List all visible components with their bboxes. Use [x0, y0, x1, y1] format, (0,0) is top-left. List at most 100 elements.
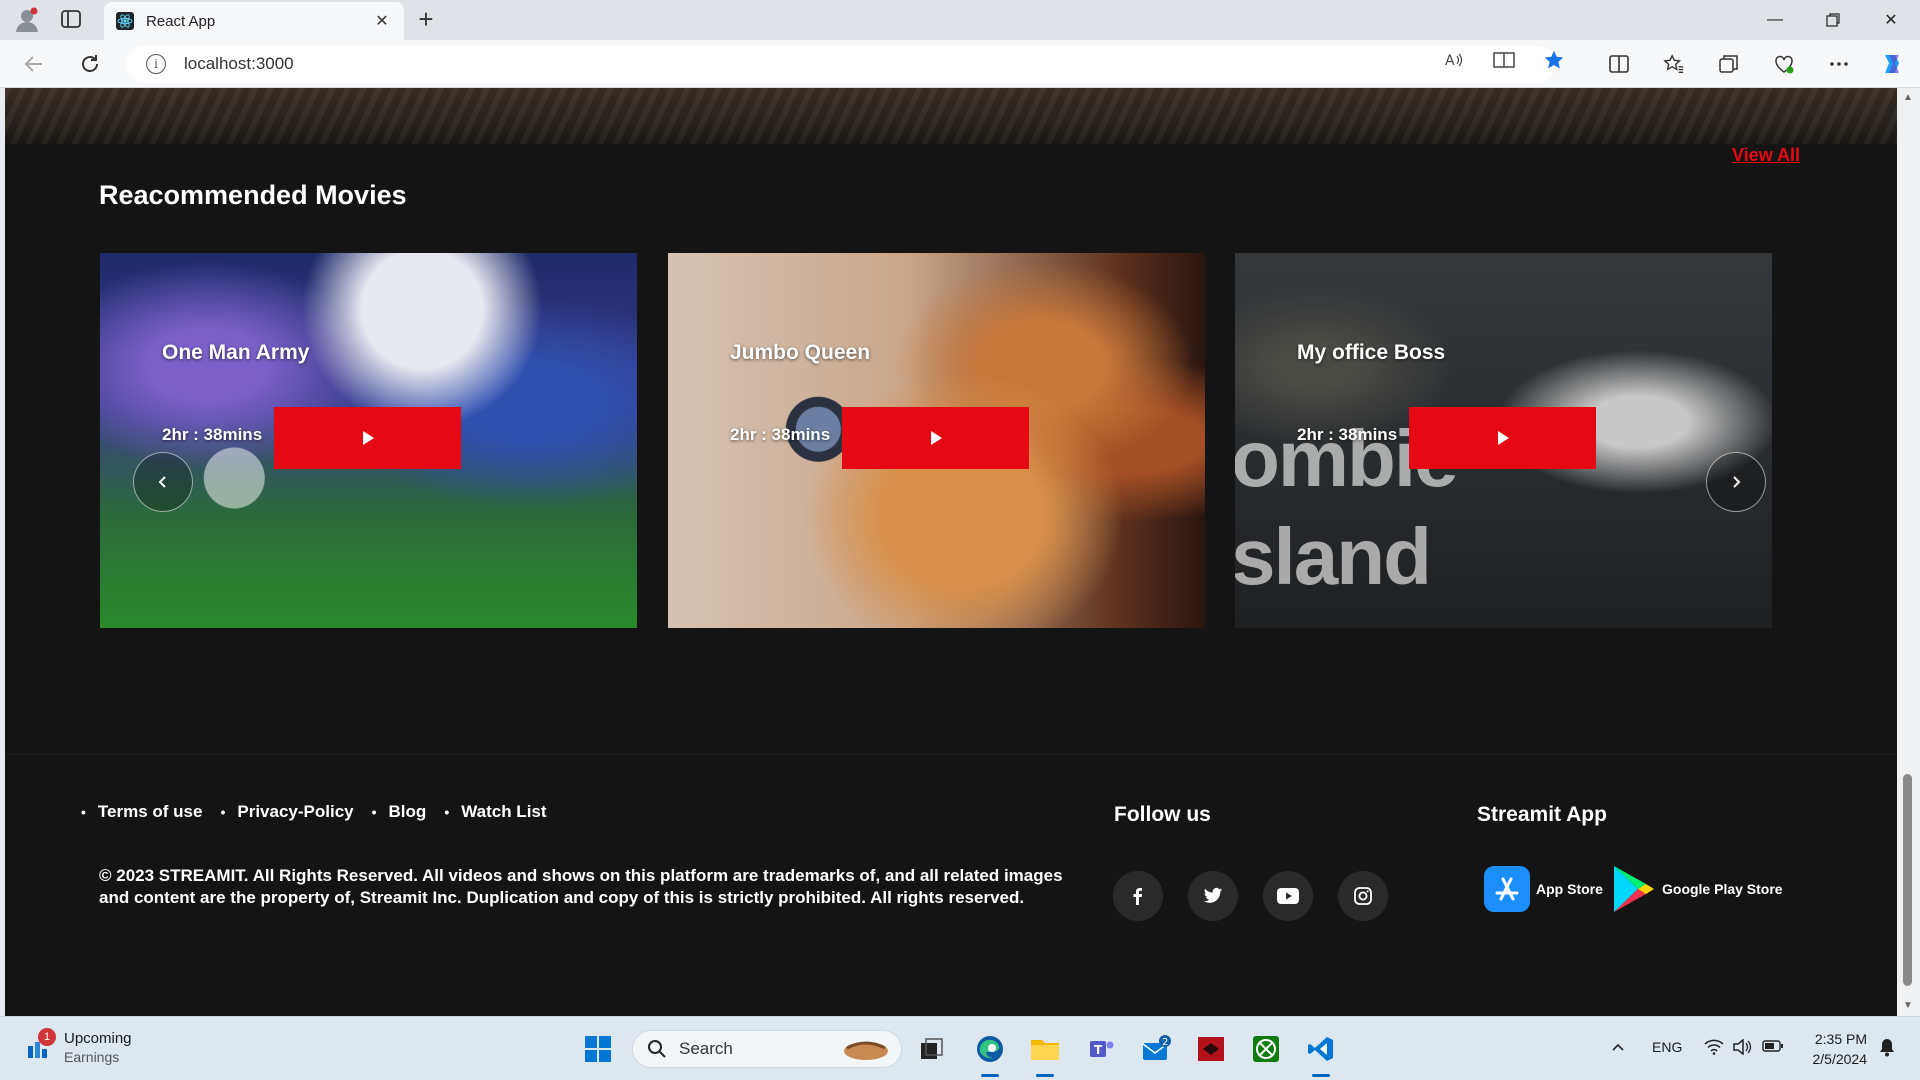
vscode-icon[interactable]	[1303, 1031, 1339, 1077]
play-icon	[1497, 431, 1509, 445]
profile-icon[interactable]	[12, 6, 42, 34]
refresh-icon[interactable]	[76, 50, 104, 78]
footer-link[interactable]: Watch List	[444, 802, 546, 822]
instagram-icon[interactable]	[1338, 871, 1388, 921]
chevron-left-icon	[158, 476, 166, 488]
movie-title: Jumbo Queen	[730, 341, 871, 364]
minimize-icon[interactable]: —	[1748, 0, 1802, 40]
address-toolbar: i localhost:3000 A	[0, 40, 1920, 88]
notification-bell-icon[interactable]	[1878, 1037, 1896, 1060]
browser-essentials-icon[interactable]	[1770, 50, 1798, 78]
carousel-prev-button[interactable]	[133, 452, 193, 512]
taskbar-search[interactable]: Search	[632, 1030, 902, 1068]
url-text[interactable]: localhost:3000	[184, 54, 294, 74]
app-red-icon[interactable]	[1193, 1031, 1229, 1067]
movie-card[interactable]: Jumbo Queen 2hr : 38mins	[668, 253, 1205, 628]
read-aloud-icon[interactable]: A	[1442, 48, 1466, 72]
search-icon	[648, 1040, 666, 1058]
hero-banner-bottom	[5, 88, 1897, 144]
movie-card[interactable]: ombie sland My office Boss 2hr : 38mins	[1235, 253, 1772, 628]
edge-browser-icon[interactable]	[972, 1031, 1008, 1077]
footer-link[interactable]: Terms of use	[81, 802, 203, 822]
footer-links: Terms of use Privacy-Policy Blog Watch L…	[81, 802, 565, 822]
widget-title: Upcoming	[64, 1030, 132, 1047]
browser-tab[interactable]: React App ✕	[104, 2, 404, 40]
close-tab-icon[interactable]: ✕	[372, 11, 392, 31]
google-play-button[interactable]: Google Play Store	[1610, 866, 1783, 912]
collections-icon[interactable]	[1715, 50, 1743, 78]
favorites-icon[interactable]	[1660, 50, 1688, 78]
address-bar[interactable]: i localhost:3000	[126, 46, 1556, 82]
page-viewport: View All Reacommended Movies One Man Arm…	[5, 88, 1897, 1016]
windows-start-icon[interactable]	[580, 1031, 616, 1067]
file-explorer-icon[interactable]	[1027, 1031, 1063, 1077]
back-icon[interactable]	[20, 50, 48, 78]
poster-text: sland	[1235, 512, 1432, 601]
widget-subtitle: Earnings	[64, 1049, 120, 1065]
task-view-icon[interactable]	[914, 1031, 950, 1067]
search-highlight-icon	[844, 1041, 888, 1060]
mail-icon[interactable]: 2	[1138, 1031, 1174, 1067]
google-play-label: Google Play Store	[1662, 881, 1783, 897]
clock-time: 2:35 PM	[1814, 1031, 1867, 1047]
mail-badge: 2	[1162, 1037, 1168, 1048]
copilot-icon[interactable]	[1878, 50, 1906, 78]
play-button[interactable]	[1409, 407, 1596, 469]
close-window-icon[interactable]: ✕	[1864, 0, 1918, 40]
teams-icon[interactable]: T	[1083, 1031, 1119, 1067]
svg-text:A: A	[1445, 53, 1455, 69]
movie-card[interactable]: One Man Army 2hr : 38mins	[100, 253, 637, 628]
carousel-next-button[interactable]	[1706, 452, 1766, 512]
scroll-up-icon[interactable]: ▲	[1902, 92, 1914, 104]
app-store-button[interactable]: App Store	[1484, 866, 1603, 912]
play-button[interactable]	[842, 407, 1029, 469]
movie-duration: 2hr : 38mins	[1297, 425, 1398, 444]
twitter-icon[interactable]	[1188, 871, 1238, 921]
facebook-icon[interactable]	[1113, 871, 1163, 921]
more-options-icon[interactable]	[1825, 50, 1853, 78]
play-icon	[362, 431, 374, 445]
restore-icon[interactable]	[1806, 0, 1860, 40]
svg-text:T: T	[1094, 1043, 1103, 1057]
play-button[interactable]	[274, 407, 461, 469]
tab-bar: React App ✕ + — ✕	[0, 0, 1920, 40]
chevron-up-icon[interactable]	[1610, 1039, 1626, 1058]
taskbar: 1 Upcoming Earnings Search T 2 ENG 2:35 …	[0, 1016, 1920, 1080]
new-tab-button[interactable]: +	[412, 6, 440, 34]
widgets-button[interactable]: 1 Upcoming Earnings	[26, 1028, 132, 1067]
battery-icon[interactable]	[1762, 1039, 1784, 1056]
scrollbar-thumb[interactable]	[1903, 774, 1912, 986]
section-title: Reacommended Movies	[99, 180, 407, 210]
streamit-app-title: Streamit App	[1477, 803, 1607, 826]
chevron-right-icon	[1733, 476, 1741, 488]
google-play-icon	[1610, 866, 1656, 912]
movie-title: My office Boss	[1297, 341, 1446, 364]
copyright-text: © 2023 STREAMIT. All Rights Reserved. Al…	[99, 866, 1063, 907]
split-screen-icon[interactable]	[1605, 50, 1633, 78]
movie-duration: 2hr : 38mins	[162, 425, 263, 444]
page-scrollbar[interactable]: ▲ ▼	[1897, 88, 1920, 1016]
footer-link[interactable]: Privacy-Policy	[220, 802, 353, 822]
scroll-down-icon[interactable]: ▼	[1902, 1000, 1914, 1012]
tab-actions-icon[interactable]	[60, 8, 84, 32]
follow-us-title: Follow us	[1114, 803, 1211, 826]
clock-date: 2/5/2024	[1812, 1051, 1868, 1067]
view-all-link[interactable]: View All	[1732, 145, 1800, 166]
favorite-star-icon[interactable]	[1542, 48, 1566, 72]
movie-title: One Man Army	[162, 341, 310, 364]
language-indicator[interactable]: ENG	[1652, 1039, 1682, 1055]
system-clock[interactable]: 2:35 PM 2/5/2024	[1800, 1029, 1868, 1069]
wifi-icon[interactable]	[1704, 1039, 1724, 1058]
app-store-icon	[1484, 866, 1530, 912]
immersive-reader-icon[interactable]	[1492, 48, 1516, 72]
youtube-icon[interactable]	[1263, 871, 1313, 921]
xbox-icon[interactable]	[1248, 1031, 1284, 1067]
volume-icon[interactable]	[1732, 1038, 1752, 1058]
app-store-label: App Store	[1536, 881, 1603, 897]
search-label: Search	[679, 1039, 733, 1058]
site-info-icon[interactable]: i	[146, 54, 166, 74]
notification-badge: 1	[38, 1028, 56, 1046]
footer: Terms of use Privacy-Policy Blog Watch L…	[5, 754, 1897, 1016]
stock-chart-icon: 1	[26, 1028, 56, 1060]
footer-link[interactable]: Blog	[372, 802, 427, 822]
